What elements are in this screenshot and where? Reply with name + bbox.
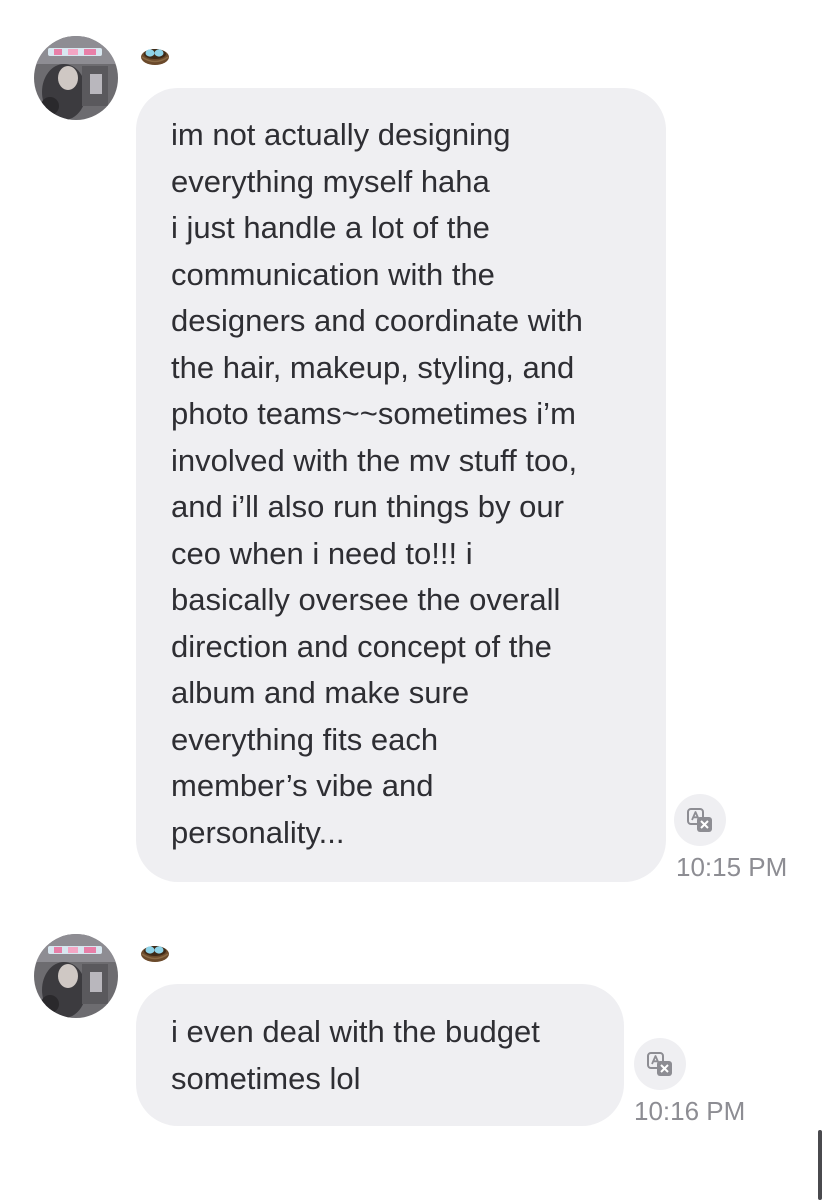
message-text-line: basically oversee the overall <box>171 582 561 617</box>
timestamp: 10:15 PM <box>676 852 788 882</box>
message-text-line: personality... <box>171 814 345 850</box>
message-text-line: the hair, makeup, styling, and <box>171 349 575 385</box>
avatar[interactable] <box>34 36 118 120</box>
avatar[interactable] <box>34 934 118 1018</box>
message-bubble[interactable]: im not actually designing everything mys… <box>136 88 666 882</box>
message-text-line: sometimes lol <box>171 1060 361 1096</box>
nest-egg-icon <box>139 941 171 963</box>
translate-button[interactable] <box>674 794 726 846</box>
scrollbar[interactable] <box>818 1130 822 1200</box>
translate-icon <box>687 808 712 832</box>
message-text-line: ceo when i need to!!! i <box>171 535 473 571</box>
translate-button[interactable] <box>634 1038 686 1090</box>
message-text-line: photo teams~~sometimes i’m <box>171 396 576 431</box>
message-text-line: member’s vibe and <box>171 768 434 803</box>
message-text-line: i just handle a lot of the <box>171 210 490 245</box>
profile-photo-avatar <box>34 36 118 120</box>
message-text-line: communication with the <box>171 256 495 292</box>
timestamp: 10:16 PM <box>634 1096 746 1126</box>
message-text-line: everything myself haha <box>171 163 490 199</box>
profile-photo-avatar <box>34 934 118 1018</box>
message-text-line: i even deal with the budget <box>171 1014 540 1049</box>
message-bubble[interactable]: i even deal with the budget sometimes lo… <box>136 984 624 1126</box>
message-text-line: direction and concept of the <box>171 628 552 664</box>
message-text-line: designers and coordinate with <box>171 303 583 338</box>
message-text-line: album and make sure <box>171 675 470 710</box>
message-text-line: im not actually designing <box>171 117 511 152</box>
translate-icon <box>647 1052 672 1076</box>
message-text-line: everything fits each <box>171 721 439 757</box>
message-text-line: involved with the mv stuff too, <box>171 442 578 478</box>
message-text-line: and i’ll also run things by our <box>171 489 564 524</box>
nest-egg-icon <box>139 44 171 66</box>
